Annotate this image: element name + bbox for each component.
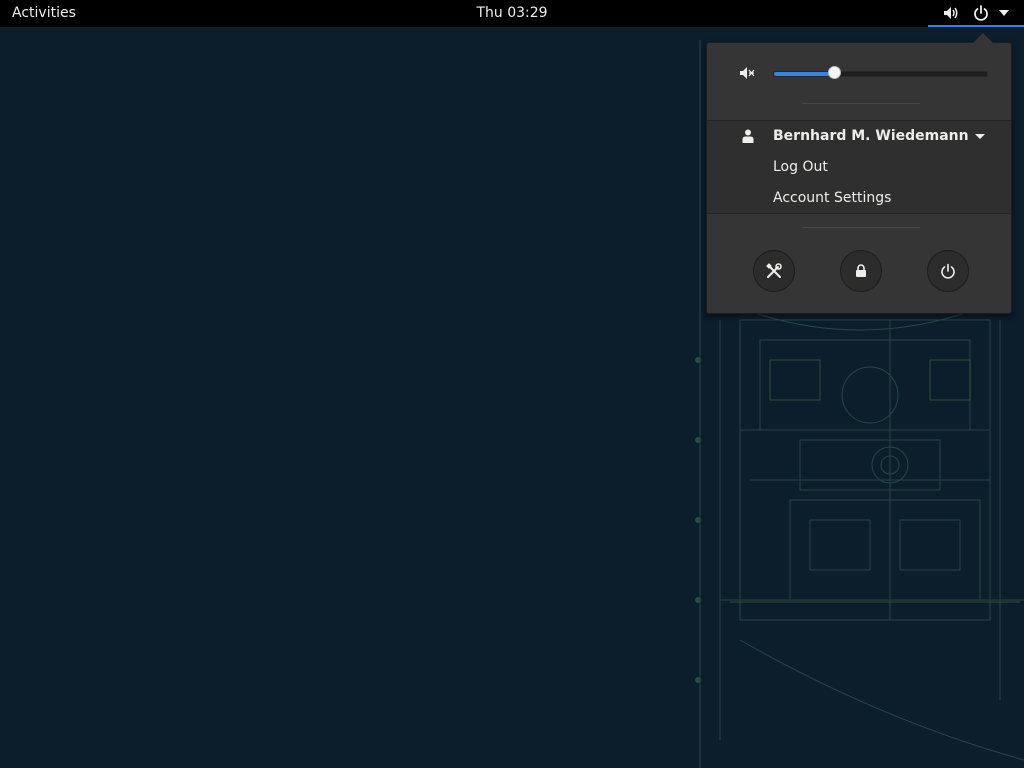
log-out-item[interactable]: Log Out xyxy=(773,157,828,177)
account-settings-item[interactable]: Account Settings xyxy=(773,188,891,208)
user-icon xyxy=(742,129,754,143)
dropdown-arrow-icon xyxy=(999,10,1009,16)
system-menu: Bernhard M. Wiedemann Log Out Account Se… xyxy=(706,33,1012,314)
chevron-down-icon[interactable] xyxy=(975,134,985,139)
lock-icon xyxy=(856,264,866,277)
volume-muted-icon[interactable] xyxy=(739,65,755,81)
separator xyxy=(802,103,920,104)
power-icon xyxy=(974,5,988,21)
volume-slider-fill xyxy=(774,72,836,76)
top-bar: Activities Thu 03:29 xyxy=(0,0,1024,27)
separator xyxy=(802,227,920,228)
clock[interactable]: Thu 03:29 xyxy=(462,0,562,27)
settings-tools-icon xyxy=(766,263,782,278)
volume-icon xyxy=(944,7,958,19)
settings-button[interactable] xyxy=(753,250,795,292)
power-off-button[interactable] xyxy=(927,250,969,292)
volume-slider-knob[interactable] xyxy=(828,66,841,79)
popover-arrow xyxy=(973,33,993,43)
user-name[interactable]: Bernhard M. Wiedemann xyxy=(773,126,969,146)
activities-button[interactable]: Activities xyxy=(0,0,88,27)
lock-button[interactable] xyxy=(840,250,882,292)
system-status-area[interactable] xyxy=(928,0,1024,27)
user-section[interactable]: Bernhard M. Wiedemann Log Out Account Se… xyxy=(707,120,1011,214)
desktop: Activities Thu 03:29 Bernhard M. Wiedema… xyxy=(0,0,1024,768)
power-off-icon xyxy=(941,263,955,279)
volume-slider-track[interactable] xyxy=(773,71,988,77)
